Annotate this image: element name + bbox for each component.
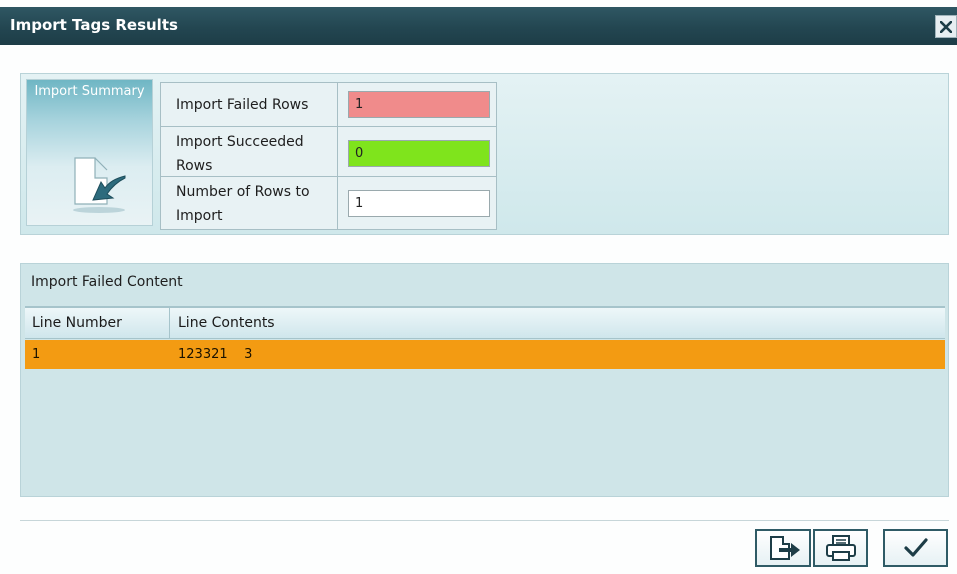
import-failed-content-title: Import Failed Content [31, 274, 183, 290]
dialog-title: Import Tags Results [10, 16, 178, 34]
title-bar: Import Tags Results [0, 7, 957, 45]
print-button[interactable] [813, 529, 868, 567]
grid-header: Line Number Line Contents [25, 306, 945, 339]
import-failed-rows-label: Import Failed Rows [161, 83, 338, 126]
close-icon [940, 20, 952, 33]
import-failed-content-panel: Import Failed Content Line Number Line C… [20, 263, 949, 497]
close-button[interactable] [935, 15, 957, 38]
import-succeeded-rows-value[interactable]: 0 [348, 140, 490, 167]
import-failed-rows-value[interactable]: 1 [348, 91, 490, 118]
import-summary-label: Import Summary [34, 84, 145, 99]
export-icon [770, 536, 800, 560]
line-number-cell: 1 [32, 347, 41, 362]
summary-fields: Import Failed Rows 1 Import Succeeded Ro… [160, 82, 497, 230]
failed-content-grid: Line Number Line Contents 1 123321 3 [25, 306, 945, 492]
import-tags-results-dialog: Import Tags Results Import Summary Impor… [0, 0, 957, 574]
field-row-number: Number of Rows to Import 1 [161, 177, 496, 229]
ok-button[interactable] [883, 529, 948, 567]
column-header-line-number[interactable]: Line Number [25, 308, 170, 338]
line-contents-cell: 123321 3 [178, 347, 253, 362]
field-row-failed: Import Failed Rows 1 [161, 83, 496, 127]
table-row[interactable]: 1 123321 3 [25, 340, 945, 369]
checkmark-icon [903, 538, 928, 557]
import-succeeded-rows-label: Import Succeeded Rows [161, 127, 338, 176]
export-button[interactable] [755, 529, 811, 567]
import-summary-panel: Import Summary Import Failed Rows 1 Impo… [20, 73, 949, 235]
column-header-line-contents[interactable]: Line Contents [171, 308, 945, 338]
footer-divider [20, 520, 949, 521]
import-summary-card: Import Summary [26, 79, 153, 226]
number-of-rows-label: Number of Rows to Import [161, 177, 338, 229]
import-document-arrow-icon [61, 154, 131, 216]
number-of-rows-value[interactable]: 1 [348, 190, 490, 217]
field-row-succeeded: Import Succeeded Rows 0 [161, 127, 496, 177]
print-icon [825, 535, 856, 561]
